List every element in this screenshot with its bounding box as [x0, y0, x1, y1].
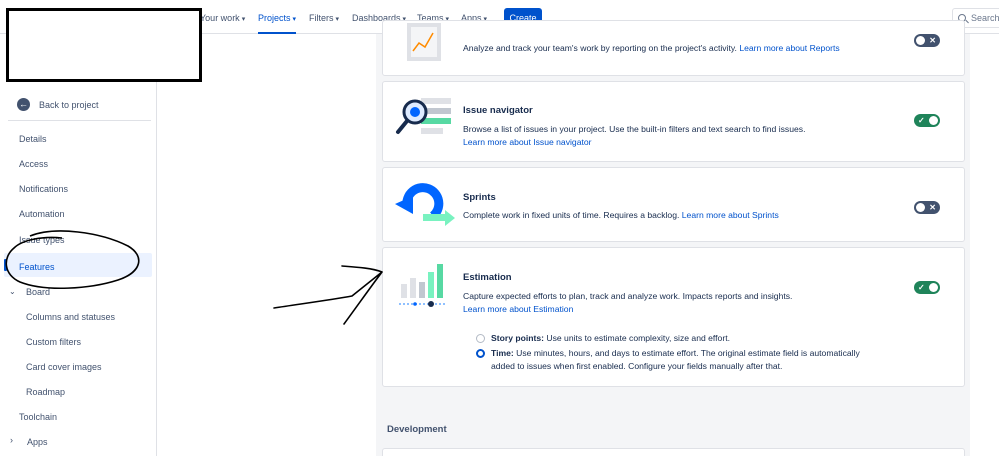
- sidebar-item-features[interactable]: Features: [19, 261, 55, 273]
- sidebar-item-roadmap[interactable]: Roadmap: [26, 386, 65, 398]
- issue-navigator-desc: Browse a list of issues in your project.…: [463, 124, 806, 134]
- check-icon: ✓: [918, 283, 925, 292]
- sidebar-item-columns-and-statuses[interactable]: Columns and statuses: [26, 311, 115, 323]
- time-radio[interactable]: [476, 349, 485, 358]
- chevron-down-icon: ▾: [241, 16, 246, 23]
- sprints-title: Sprints: [463, 192, 496, 203]
- nav-filters[interactable]: Filters ▾: [309, 0, 339, 34]
- development-card: [382, 448, 965, 456]
- estimation-title: Estimation: [463, 272, 512, 283]
- learn-more-estimation-link[interactable]: Learn more about Estimation: [463, 303, 573, 316]
- hand-drawn-arrow: [273, 265, 383, 325]
- chevron-down-icon: ▾: [335, 16, 340, 23]
- sidebar-divider: [8, 120, 151, 121]
- sidebar-item-issue-types[interactable]: Issue types: [19, 234, 65, 246]
- estimation-toggle[interactable]: ✓: [914, 281, 940, 294]
- learn-more-reports-link[interactable]: Learn more about Reports: [739, 43, 839, 53]
- sprints-toggle[interactable]: ✕: [914, 201, 940, 214]
- sidebar-item-card-cover-images[interactable]: Card cover images: [26, 361, 102, 373]
- arrow-left-icon: ←: [17, 98, 30, 111]
- feature-card-sprints: Sprints Complete work in fixed units of …: [382, 167, 965, 242]
- reports-toggle[interactable]: ✕: [914, 34, 940, 47]
- sidebar-item-access[interactable]: Access: [19, 158, 48, 170]
- project-settings-sidebar: ← Back to project Details Access Notific…: [0, 82, 157, 456]
- sidebar-item-apps[interactable]: Apps: [27, 436, 48, 448]
- learn-more-issue-navigator-link[interactable]: Learn more about Issue navigator: [463, 136, 592, 149]
- sidebar-item-board[interactable]: Board: [26, 286, 50, 298]
- story-points-radio[interactable]: [476, 334, 485, 343]
- sidebar-item-custom-filters[interactable]: Custom filters: [26, 336, 81, 348]
- feature-card-reports: Analyze and track your team's work by re…: [382, 20, 965, 76]
- issue-navigator-title: Issue navigator: [463, 105, 533, 116]
- nav-your-work[interactable]: Your work ▾: [200, 0, 245, 34]
- development-heading: Development: [387, 424, 447, 435]
- time-option: Time: Use minutes, hours, and days to es…: [491, 348, 860, 358]
- chevron-right-icon[interactable]: ›: [10, 435, 13, 445]
- sidebar-item-details[interactable]: Details: [19, 133, 47, 145]
- sidebar-item-toolchain[interactable]: Toolchain: [19, 411, 57, 423]
- sidebar-item-notifications[interactable]: Notifications: [19, 183, 68, 195]
- sprints-illustration-icon: [395, 183, 455, 226]
- redacted-logo-area: [6, 8, 202, 82]
- sidebar-active-indicator: [4, 259, 7, 271]
- issue-navigator-toggle[interactable]: ✓: [914, 114, 940, 127]
- feature-card-issue-navigator: Issue navigator Browse a list of issues …: [382, 81, 965, 162]
- close-icon: ✕: [929, 36, 936, 45]
- estimation-illustration-icon: [399, 264, 445, 307]
- story-points-option: Story points: Use units to estimate comp…: [491, 333, 730, 343]
- close-icon: ✕: [929, 203, 936, 212]
- chevron-down-icon: ▾: [292, 16, 297, 23]
- sidebar-item-automation[interactable]: Automation: [19, 208, 65, 220]
- reports-illustration-icon: [407, 23, 441, 61]
- issue-navigator-illustration-icon: [396, 98, 451, 134]
- chevron-down-icon[interactable]: ⌄: [9, 287, 16, 296]
- check-icon: ✓: [918, 116, 925, 125]
- feature-card-estimation: Estimation Capture expected efforts to p…: [382, 247, 965, 387]
- learn-more-sprints-link[interactable]: Learn more about Sprints: [682, 210, 779, 220]
- estimation-desc: Capture expected efforts to plan, track …: [463, 291, 793, 301]
- time-option-desc-cont: added to issues when first enabled. Conf…: [491, 361, 783, 371]
- nav-projects[interactable]: Projects ▾: [258, 0, 297, 34]
